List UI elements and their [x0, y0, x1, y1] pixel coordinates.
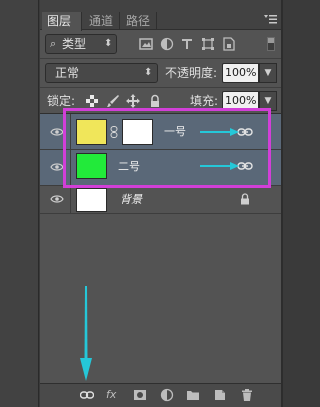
- tab-layers[interactable]: 图层: [42, 12, 82, 31]
- image-icon[interactable]: [139, 36, 153, 52]
- chevron-down-icon: ⬍: [104, 38, 113, 49]
- left-gutter: [0, 0, 39, 407]
- filter-toggle-knob: [268, 38, 274, 43]
- blend-mode-label: 正常: [55, 66, 80, 80]
- move-icon[interactable]: [126, 94, 140, 108]
- divider: [40, 58, 281, 59]
- tab-paths[interactable]: 路径: [121, 12, 157, 30]
- link-icon[interactable]: [79, 388, 95, 402]
- folder-icon[interactable]: [186, 388, 200, 402]
- trash-icon[interactable]: [240, 388, 254, 402]
- checkerboard-icon[interactable]: [85, 94, 99, 108]
- arrow-right-icon: [200, 127, 240, 137]
- fill-value: 100%: [225, 94, 257, 107]
- lock-icon: [240, 193, 250, 205]
- fx-icon[interactable]: fx: [106, 387, 116, 403]
- divider: [40, 87, 281, 88]
- eye-icon[interactable]: [50, 127, 64, 137]
- mask-icon[interactable]: [133, 388, 147, 402]
- opacity-dropdown-button[interactable]: ▼: [259, 63, 277, 83]
- fill-label: 填充:: [190, 94, 219, 108]
- filter-kind-label: 类型: [62, 37, 87, 51]
- opacity-value: 100%: [225, 66, 257, 79]
- chevron-down-icon: ⬍: [144, 67, 153, 78]
- search-icon: ⌕: [50, 37, 57, 50]
- arrow-right-icon: [200, 161, 240, 171]
- new-layer-icon[interactable]: [213, 388, 227, 402]
- brush-icon[interactable]: [106, 94, 120, 108]
- highlight-box: [63, 108, 271, 188]
- lock-label: 锁定:: [47, 94, 76, 108]
- opacity-label: 不透明度:: [165, 66, 218, 80]
- arrow-down-icon: [78, 286, 94, 382]
- smart-object-icon[interactable]: [222, 36, 236, 52]
- transform-icon[interactable]: [201, 36, 215, 52]
- eye-icon[interactable]: [50, 162, 64, 172]
- text-icon[interactable]: [180, 36, 194, 52]
- layer-name[interactable]: 背景: [120, 192, 142, 208]
- layer-thumbnail[interactable]: [76, 188, 107, 212]
- eye-icon[interactable]: [50, 194, 64, 204]
- adjustment-icon[interactable]: [160, 388, 174, 402]
- right-gutter: [281, 0, 283, 407]
- lock-icon[interactable]: [148, 94, 162, 108]
- tab-channels[interactable]: 通道: [84, 12, 120, 30]
- panel-menu-icon[interactable]: [264, 13, 278, 25]
- circle-half-icon[interactable]: [160, 36, 174, 52]
